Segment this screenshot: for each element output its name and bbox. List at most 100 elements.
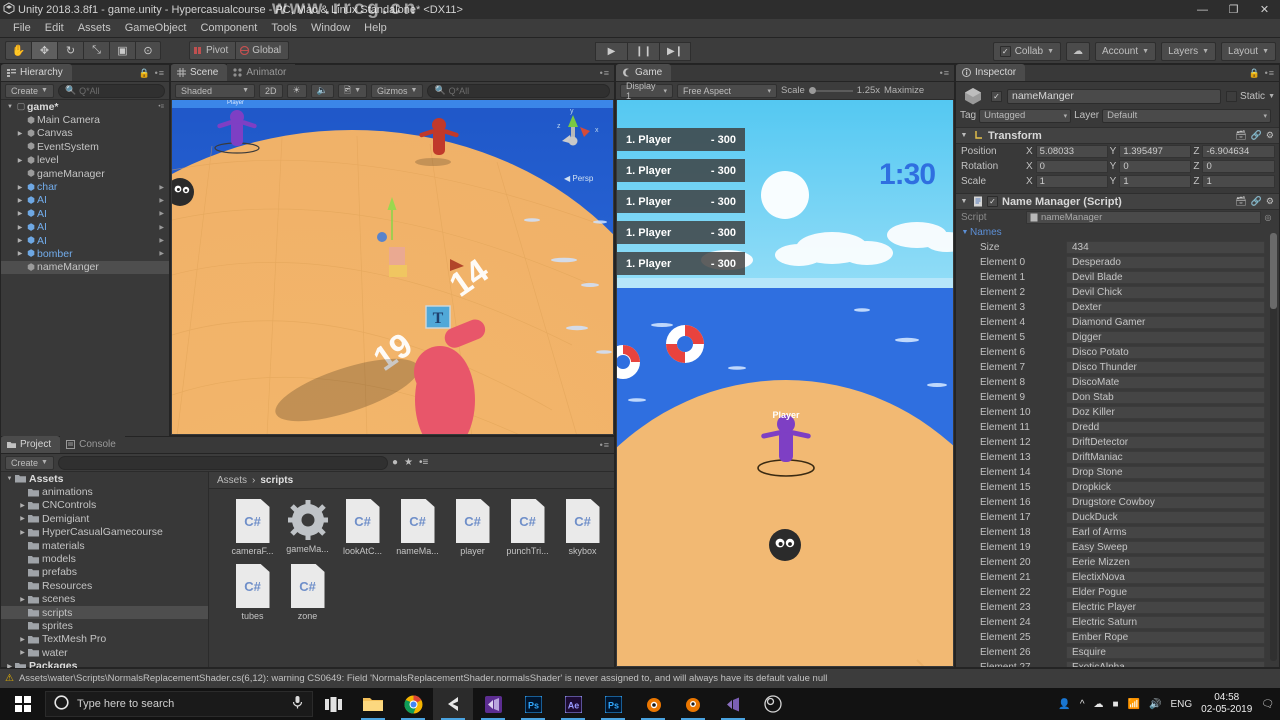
hierarchy-item-eventsystem[interactable]: ⬢ EventSystem bbox=[1, 140, 169, 153]
element-value-field[interactable]: Drop Stone bbox=[1066, 466, 1265, 479]
element-value-field[interactable]: Don Stab bbox=[1066, 391, 1265, 404]
hierarchy-item-ai[interactable]: ▶ ⬢ AI ▶ bbox=[1, 194, 169, 207]
hierarchy-item-canvas[interactable]: ▶ ⬢ Canvas bbox=[1, 127, 169, 140]
element-value-field[interactable]: Drugstore Cowboy bbox=[1066, 496, 1265, 509]
scale-tool[interactable]: ⤡ bbox=[83, 41, 109, 60]
gameobject-enabled-checkbox[interactable]: ✓ bbox=[991, 90, 1002, 102]
tab-game[interactable]: Game bbox=[616, 64, 672, 81]
gear-icon[interactable]: ⚙ bbox=[1266, 130, 1274, 141]
project-tree-item-cncontrols[interactable]: ▶ CNControls bbox=[1, 499, 208, 512]
inspector-menu-icon[interactable]: 🔒 •≡ bbox=[1249, 68, 1275, 79]
element-value-field[interactable]: Digger bbox=[1066, 331, 1265, 344]
hierarchy-item-gamemanager[interactable]: ⬢ gameManager bbox=[1, 167, 169, 180]
pause-button[interactable]: ❙❙ bbox=[627, 42, 659, 61]
element-value-field[interactable]: Doz Killer bbox=[1066, 406, 1265, 419]
people-icon[interactable]: 👤 bbox=[1058, 699, 1070, 710]
element-value-field[interactable]: Earl of Arms bbox=[1066, 526, 1265, 539]
chevron-right-icon[interactable]: ▶ bbox=[15, 184, 25, 191]
name-manager-component-header[interactable]: ▼ ✓ Name Manager (Script) 🗃 🔗 ⚙ bbox=[956, 193, 1279, 210]
global-button[interactable]: Global bbox=[235, 41, 290, 60]
project-tree-item-demigiant[interactable]: ▶ Demigiant bbox=[1, 512, 208, 525]
element-value-field[interactable]: Dredd bbox=[1066, 421, 1265, 434]
element-value-field[interactable]: DriftDetector bbox=[1066, 436, 1265, 449]
static-toggle[interactable]: Static ▼ bbox=[1226, 90, 1275, 102]
scale-y-field[interactable]: 1 bbox=[1119, 175, 1192, 188]
chevron-right-icon[interactable]: ▶ bbox=[17, 515, 28, 522]
element-value-field[interactable]: Diamond Gamer bbox=[1066, 316, 1265, 329]
element-value-field[interactable]: Dexter bbox=[1066, 301, 1265, 314]
game-menu-icon[interactable]: •≡ bbox=[940, 68, 950, 78]
obs-studio-icon[interactable] bbox=[753, 688, 793, 720]
hierarchy-item-ai[interactable]: ▶ ⬢ AI ▶ bbox=[1, 221, 169, 234]
minimize-button[interactable]: — bbox=[1187, 0, 1218, 19]
chevron-right-icon[interactable]: ▶ bbox=[159, 224, 164, 231]
chevron-right-icon[interactable]: ▶ bbox=[15, 210, 25, 217]
project-tree-item-textmesh-pro[interactable]: ▶ TextMesh Pro bbox=[1, 633, 208, 646]
chevron-down-icon[interactable]: ▼ bbox=[959, 132, 969, 139]
clock[interactable]: 04:58 02-05-2019 bbox=[1201, 692, 1252, 716]
wifi-icon[interactable]: 📶 bbox=[1128, 699, 1140, 710]
asset-item[interactable]: C# cameraF... bbox=[225, 499, 280, 556]
effects-toggle-button[interactable]: 🖻 ▼ bbox=[337, 83, 367, 98]
scale-z-field[interactable]: 1 bbox=[1202, 175, 1276, 188]
element-value-field[interactable]: Esquire bbox=[1066, 646, 1265, 659]
position-y-field[interactable]: 1.395497 bbox=[1119, 145, 1192, 158]
asset-item[interactable]: gameMa... bbox=[280, 499, 335, 556]
chevron-right-icon[interactable]: ▶ bbox=[15, 224, 25, 231]
project-options-icon[interactable]: •≡ bbox=[419, 457, 428, 468]
project-tree-item-assets[interactable]: ▼ Assets bbox=[1, 472, 208, 485]
2d-toggle-button[interactable]: 2D bbox=[259, 83, 283, 98]
step-button[interactable]: ▶❙ bbox=[659, 42, 691, 61]
script-enabled-checkbox[interactable]: ✓ bbox=[987, 196, 998, 207]
preset-icon[interactable]: 🗃 bbox=[1235, 130, 1246, 141]
tab-inspector[interactable]: Inspector bbox=[956, 64, 1026, 81]
project-tree-item-sprites[interactable]: sprites bbox=[1, 619, 208, 632]
layer-dropdown[interactable]: Default ▾ bbox=[1102, 108, 1271, 123]
filter-by-type-icon[interactable]: ● bbox=[392, 457, 398, 468]
element-value-field[interactable]: DuckDuck bbox=[1066, 511, 1265, 524]
asset-item[interactable]: C# tubes bbox=[225, 564, 280, 621]
microphone-icon[interactable] bbox=[291, 695, 304, 713]
element-value-field[interactable]: Disco Potato bbox=[1066, 346, 1265, 359]
project-folder-tree[interactable]: ▼ Assets animations ▶ CNControls ▶ Demigiant ▶ H… bbox=[1, 472, 209, 672]
chevron-right-icon[interactable]: ▶ bbox=[17, 636, 28, 643]
size-field[interactable]: 434 bbox=[1066, 241, 1265, 254]
breadcrumb-assets[interactable]: Assets bbox=[217, 475, 247, 486]
blender-2-icon[interactable] bbox=[673, 688, 713, 720]
scale-slider[interactable] bbox=[808, 86, 853, 96]
project-tree-item-scripts[interactable]: scripts bbox=[1, 605, 208, 620]
chevron-right-icon[interactable]: ▶ bbox=[159, 237, 164, 244]
element-value-field[interactable]: ExoticAlpha bbox=[1066, 661, 1265, 667]
scene-menu-icon[interactable]: •≡ bbox=[600, 68, 610, 78]
hierarchy-create-button[interactable]: Create ▼ bbox=[5, 83, 54, 98]
project-tree-item-scenes[interactable]: ▶ scenes bbox=[1, 593, 208, 606]
visual-studio-installer-icon[interactable] bbox=[473, 688, 513, 720]
menu-item-tools[interactable]: Tools bbox=[264, 20, 304, 36]
chevron-right-icon[interactable]: ▶ bbox=[15, 130, 25, 137]
audio-toggle-button[interactable]: 🔈 bbox=[310, 83, 334, 98]
element-value-field[interactable]: Disco Thunder bbox=[1066, 361, 1265, 374]
project-tree-item-prefabs[interactable]: prefabs bbox=[1, 566, 208, 579]
task-view-icon[interactable] bbox=[313, 688, 353, 720]
rotation-z-field[interactable]: 0 bbox=[1202, 160, 1276, 173]
element-value-field[interactable]: Devil Chick bbox=[1066, 286, 1265, 299]
chevron-down-icon[interactable]: ▼ bbox=[959, 198, 969, 205]
preset-icon[interactable]: 🗃 bbox=[1235, 196, 1246, 207]
element-value-field[interactable]: Devil Blade bbox=[1066, 271, 1265, 284]
help-icon[interactable]: 🔗 bbox=[1251, 130, 1262, 141]
volume-icon[interactable]: 🔊 bbox=[1149, 699, 1161, 710]
layers-button[interactable]: Layers ▼ bbox=[1161, 42, 1217, 61]
element-value-field[interactable]: Desperado bbox=[1066, 256, 1265, 269]
element-value-field[interactable]: ElectixNova bbox=[1066, 571, 1265, 584]
project-tree-item-resources[interactable]: Resources bbox=[1, 579, 208, 592]
tag-dropdown[interactable]: Untagged ▾ bbox=[979, 108, 1072, 123]
chevron-right-icon[interactable]: ▶ bbox=[15, 197, 25, 204]
maximize-on-play-toggle[interactable]: Maximize bbox=[884, 85, 924, 96]
hierarchy-scene-root[interactable]: ▼ ▢ game* •≡ bbox=[1, 100, 169, 113]
chevron-down-icon[interactable]: ▼ bbox=[5, 104, 15, 110]
battery-icon[interactable]: ■ bbox=[1113, 699, 1119, 710]
visual-studio-code-icon[interactable] bbox=[713, 688, 753, 720]
asset-item[interactable]: C# zone bbox=[280, 564, 335, 621]
filter-by-label-icon[interactable]: ★ bbox=[404, 457, 413, 468]
transform-component-header[interactable]: ▼ Transform 🗃 🔗 ⚙ bbox=[956, 127, 1279, 144]
